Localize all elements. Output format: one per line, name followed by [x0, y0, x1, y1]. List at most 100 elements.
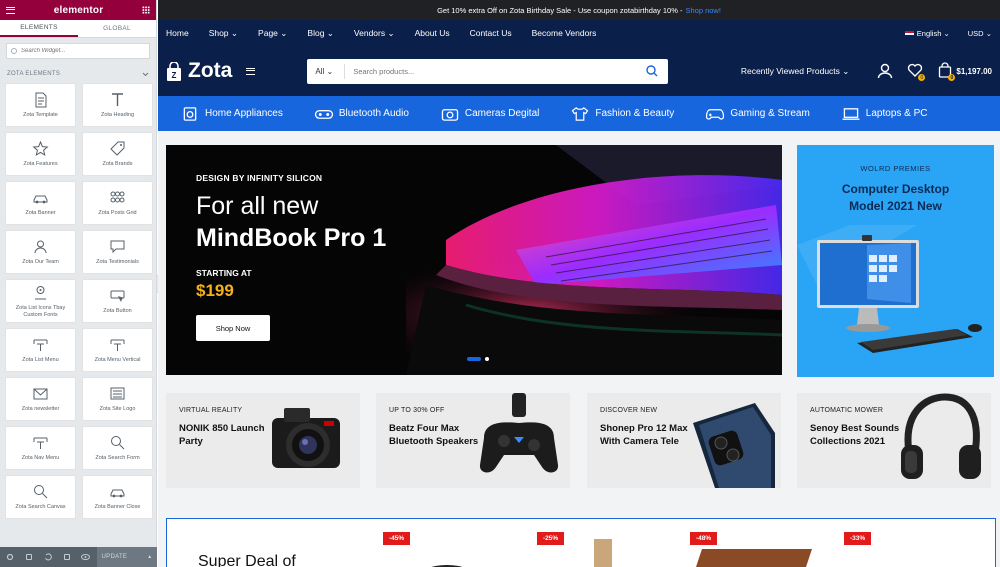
sale-badge: -33% [844, 532, 872, 545]
caret-up-icon[interactable]: ▲ [147, 554, 152, 560]
nav-item[interactable]: About Us [415, 28, 450, 38]
category-label: Bluetooth Audio [338, 108, 409, 119]
menu-icon [33, 437, 48, 450]
slider-dot-active[interactable] [467, 357, 481, 361]
menu-icon [110, 339, 125, 352]
category-label: Gaming & Stream [730, 108, 810, 119]
category-link[interactable]: Bluetooth Audio [314, 106, 409, 122]
promo-card-title: Beatz Four Max Bluetooth Speakers [389, 423, 479, 447]
promo-card-kicker: VIRTUAL REALITY [179, 407, 243, 414]
widget-tile[interactable]: Zota Search Canvas [5, 475, 76, 519]
search-icon [646, 65, 658, 77]
recently-viewed[interactable]: Recently Viewed Products ⌄ [741, 66, 850, 77]
category-link[interactable]: Laptops & PC [841, 106, 928, 122]
nav-item[interactable]: Shop ⌄ [209, 28, 238, 39]
nav-item[interactable]: Contact Us [470, 28, 512, 38]
chevron-down-icon: ⌄ [387, 27, 395, 38]
responsive-icon[interactable] [57, 547, 76, 567]
nav-item-label: Home [166, 28, 189, 38]
language-select[interactable]: English ⌄ [904, 29, 950, 38]
navigator-icon[interactable] [19, 547, 38, 567]
nav-item-label: Shop [208, 27, 229, 38]
widget-tile[interactable]: Zota Posts Grid [82, 181, 153, 225]
widget-label: Zota Button [103, 308, 132, 315]
chevron-down-icon: ⌄ [326, 66, 334, 76]
promo-card-camera[interactable]: VIRTUAL REALITY NONIK 850 Launch Party [166, 393, 360, 488]
tab-elements[interactable]: ELEMENTS [0, 20, 78, 37]
widget-label: Zota Site Logo [99, 406, 136, 413]
nav-item-label: Blog [307, 27, 325, 38]
shop-now-button[interactable]: Shop Now [196, 315, 270, 341]
phone-product-image [693, 403, 775, 488]
heading-icon [112, 93, 123, 107]
header-actions: Recently Viewed Products ⌄ 0 0 $1,197.00 [741, 62, 992, 81]
car-icon [110, 489, 125, 498]
widget-tile[interactable]: Zota Features [5, 132, 76, 176]
widget-grid: Zota Template Zota Heading Zota Features Zo… [0, 83, 156, 519]
wishlist-button[interactable]: 0 [907, 62, 926, 81]
cart-button[interactable]: 0 $1,197.00 [937, 62, 992, 81]
preview-eye-icon[interactable] [76, 547, 95, 567]
search-category-select[interactable]: All ⌄ [307, 63, 346, 79]
promo-card-gamepad[interactable]: UP TO 30% OFF Beatz Four Max Bluetooth S… [376, 393, 570, 488]
currency-label: USD [967, 28, 984, 38]
nav-item[interactable]: Page ⌄ [258, 28, 287, 39]
widget-tile[interactable]: Zota Banner Close [82, 475, 153, 519]
apps-grid-icon[interactable] [142, 6, 150, 14]
nav-item[interactable]: Blog ⌄ [307, 28, 334, 39]
hero-kicker: DESIGN BY INFINITY SILICON [196, 173, 323, 183]
widget-search-input[interactable] [21, 48, 141, 54]
user-icon[interactable] [877, 63, 893, 79]
category-link[interactable]: Home Appliances [180, 106, 283, 122]
hero-starting-label: STARTING AT [196, 268, 252, 278]
widget-tile[interactable]: Zota Template [5, 83, 76, 127]
nav-item[interactable]: Vendors ⌄ [354, 28, 395, 39]
widget-tile[interactable]: Zota Site Logo [82, 377, 153, 421]
category-link[interactable]: Gaming & Stream [705, 106, 810, 122]
panel-footer: UPDATE ▲ [0, 547, 157, 567]
widget-tile[interactable]: Zota Brands [82, 132, 153, 176]
widget-tile[interactable]: Zota List Icons Tbay Custom Fonts [5, 279, 76, 323]
side-banner[interactable]: WOLRD PREMIES Computer Desktop Model 202… [797, 145, 994, 377]
widget-tile[interactable]: Zota newsletter [5, 377, 76, 421]
history-icon[interactable] [38, 547, 57, 567]
promo-card-headphones[interactable]: AUTOMATIC MOWER Senoy Best Sounds Collec… [797, 393, 991, 488]
category-header[interactable]: ZOTA ELEMENTS [7, 71, 149, 77]
envelope-icon [33, 388, 48, 400]
category-label: Laptops & PC [865, 108, 928, 119]
widget-tile[interactable]: Zota Button [82, 279, 153, 323]
widget-tile[interactable]: Zota Menu Vertical [82, 328, 153, 372]
widget-tile[interactable]: Zota Banner [5, 181, 76, 225]
tab-global[interactable]: GLOBAL [78, 20, 156, 37]
search-button[interactable] [636, 65, 668, 77]
widget-tile[interactable]: Zota Search Form [82, 426, 153, 470]
side-banner-title: Computer Desktop Model 2021 New [797, 181, 994, 215]
promo-link[interactable]: Shop now! [685, 6, 720, 15]
widget-tile[interactable]: Zota List Menu [5, 328, 76, 372]
widget-tile[interactable]: Zota Heading [82, 83, 153, 127]
product-thumb-earbuds [431, 565, 463, 567]
menu-toggle-icon[interactable] [246, 67, 256, 75]
camera-product-image [272, 408, 340, 468]
nav-item[interactable]: Home [166, 28, 189, 38]
widget-label: Zota Search Canvas [15, 504, 66, 511]
promo-card-phone[interactable]: DISCOVER NEW Shonep Pro 12 Max With Came… [587, 393, 781, 488]
category-link[interactable]: Cameras Degital [440, 106, 539, 122]
widget-label: Zota Menu Vertical [94, 357, 141, 364]
site-logo[interactable]: Z Zota [166, 59, 232, 83]
hamburger-icon[interactable] [6, 6, 15, 14]
update-button[interactable]: UPDATE ▲ [97, 547, 157, 567]
search-input[interactable] [345, 66, 637, 76]
widget-tile[interactable]: Zota Our Team [5, 230, 76, 274]
elementor-logo: elementor [53, 4, 104, 16]
nav-item[interactable]: Become Vendors [532, 28, 597, 38]
panel-tabs: ELEMENTS GLOBAL [0, 20, 156, 38]
settings-icon[interactable] [0, 547, 19, 567]
speaker-icon [314, 109, 333, 119]
widget-tile[interactable]: Zota Testimonials [82, 230, 153, 274]
slider-dot[interactable] [485, 357, 489, 361]
main-header: Z Zota All ⌄ Recently Viewed Products ⌄ … [158, 46, 1000, 96]
category-link[interactable]: Fashion & Beauty [570, 106, 674, 122]
widget-tile[interactable]: Zota Nav Menu [5, 426, 76, 470]
currency-select[interactable]: USD ⌄ [968, 29, 992, 38]
